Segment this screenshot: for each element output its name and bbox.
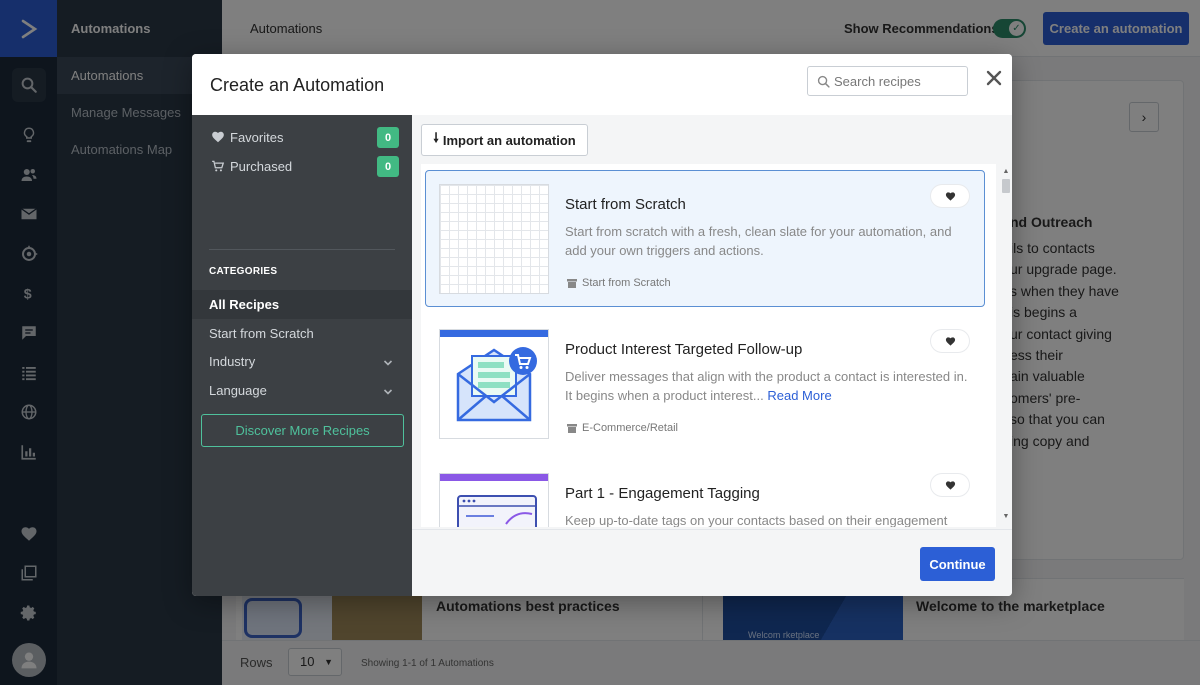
recipe-title: Start from Scratch <box>565 196 686 213</box>
search-recipes-input[interactable] <box>834 67 964 95</box>
recipe-card-engagement-tagging[interactable]: Part 1 - Engagement Tagging Keep up-to-d… <box>425 459 985 527</box>
favorite-heart-button[interactable] <box>931 474 969 496</box>
category-all-recipes[interactable]: All Recipes <box>192 290 412 319</box>
import-automation-button[interactable]: 🠗 Import an automation <box>421 124 588 156</box>
recipe-description: Deliver messages that align with the pro… <box>565 368 975 405</box>
recipe-thumbnail <box>439 473 549 527</box>
recipe-tag-label: E-Commerce/Retail <box>582 422 678 434</box>
recipe-list-scrollbar[interactable]: ▲ ▼ <box>1000 164 1012 527</box>
modal-header: Create an Automation <box>192 54 1012 115</box>
heart-icon <box>211 130 225 144</box>
discover-more-recipes-button[interactable]: Discover More Recipes <box>201 414 404 447</box>
heart-icon <box>945 191 955 201</box>
heart-icon <box>945 336 955 346</box>
favorite-heart-button[interactable] <box>931 330 969 352</box>
favorite-heart-button[interactable] <box>931 185 969 207</box>
category-industry[interactable]: Industry <box>192 347 412 376</box>
envelope-cart-icon <box>456 347 537 422</box>
recipe-title: Part 1 - Engagement Tagging <box>565 485 760 502</box>
recipe-description: Start from scratch with a fresh, clean s… <box>565 224 952 258</box>
recipe-thumbnail <box>439 329 549 439</box>
engagement-chart-icon <box>457 495 537 527</box>
chevron-down-icon <box>383 385 393 395</box>
categories-heading: CATEGORIES <box>209 266 278 277</box>
create-automation-modal: Create an Automation Favorites 0 Purchas… <box>192 54 1012 596</box>
scroll-down-arrow-icon[interactable]: ▼ <box>1002 513 1010 521</box>
recipe-category-tag: E-Commerce/Retail <box>567 422 678 434</box>
modal-title: Create an Automation <box>210 75 385 95</box>
read-more-link[interactable]: Read More <box>767 388 831 403</box>
scrollbar-thumb[interactable] <box>1002 179 1010 193</box>
favorites-filter[interactable]: Favorites 0 <box>192 123 412 152</box>
archive-icon <box>567 423 577 433</box>
scroll-up-arrow-icon[interactable]: ▲ <box>1002 168 1010 176</box>
search-recipes-box[interactable] <box>807 66 968 96</box>
favorites-label: Favorites <box>230 130 284 145</box>
recipe-categories-panel: Favorites 0 Purchased 0 CATEGORIES All R… <box>192 115 412 596</box>
import-label: Import an automation <box>442 132 576 148</box>
category-label: Language <box>209 383 267 398</box>
recipe-card-start-from-scratch[interactable]: Start from Scratch Start from scratch wi… <box>425 170 985 307</box>
recipe-category-tag: Start from Scratch <box>567 277 671 289</box>
recipe-card-product-interest[interactable]: Product Interest Targeted Follow-up Deli… <box>425 315 985 452</box>
chevron-down-icon <box>383 356 393 366</box>
purchased-filter[interactable]: Purchased 0 <box>192 152 412 181</box>
recipe-list: Start from Scratch Start from scratch wi… <box>421 164 996 527</box>
search-icon <box>817 75 830 88</box>
recipe-list-panel: 🠗 Import an automation Start from Scratc… <box>412 115 1012 529</box>
category-label: All Recipes <box>209 297 280 312</box>
recipe-description: Keep up-to-date tags on your contacts ba… <box>565 513 948 527</box>
category-start-from-scratch[interactable]: Start from Scratch <box>192 319 412 348</box>
purchased-count-badge: 0 <box>377 156 399 177</box>
category-label: Start from Scratch <box>209 326 314 341</box>
continue-button[interactable]: Continue <box>920 547 995 581</box>
archive-icon <box>567 278 577 288</box>
cart-icon <box>211 159 225 173</box>
category-language[interactable]: Language <box>192 376 412 405</box>
grid-thumbnail <box>440 185 548 293</box>
purchased-label: Purchased <box>230 159 293 174</box>
modal-footer: Continue <box>412 529 1012 596</box>
heart-icon <box>945 480 955 490</box>
recipe-tag-label: Start from Scratch <box>582 277 671 289</box>
recipe-thumbnail <box>439 184 549 294</box>
category-label: Industry <box>209 354 256 369</box>
download-arrow-icon: 🠗 <box>433 130 439 145</box>
favorites-count-badge: 0 <box>377 127 399 148</box>
close-icon[interactable] <box>984 68 1004 88</box>
recipe-title: Product Interest Targeted Follow-up <box>565 341 803 358</box>
panel-divider <box>209 249 395 250</box>
